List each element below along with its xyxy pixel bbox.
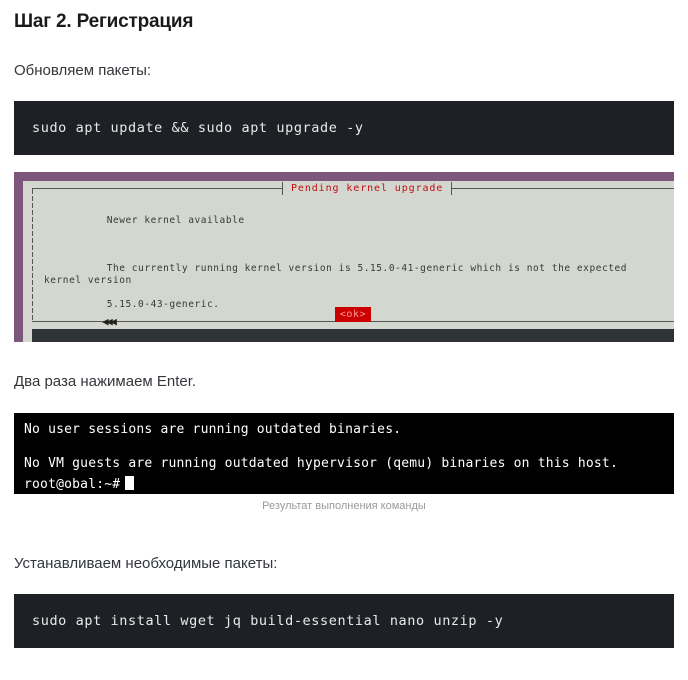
dialog-bottom-strip bbox=[32, 329, 674, 343]
screenshot-kernel-upgrade-dialog: Pending kernel upgrade Newer kernel avai… bbox=[14, 172, 674, 343]
dialog-title: Pending kernel upgrade bbox=[282, 181, 453, 197]
dialog-line-2: The currently running kernel version is … bbox=[44, 263, 634, 287]
terminal-line-2: No VM guests are running outdated hyperv… bbox=[24, 455, 618, 471]
code-text-apt-install: sudo apt install wget jq build-essential… bbox=[32, 613, 504, 630]
paragraph-update-packages: Обновляем пакеты: bbox=[14, 61, 152, 79]
dialog-scroll-marker-icon: ◀◀◀ bbox=[102, 315, 117, 329]
terminal-line-1: No user sessions are running outdated bi… bbox=[24, 421, 402, 437]
code-block-apt-install[interactable]: sudo apt install wget jq build-essential… bbox=[14, 594, 674, 649]
code-block-apt-update[interactable]: sudo apt update && sudo apt upgrade -y bbox=[14, 101, 674, 156]
dialog-line-1: Newer kernel available bbox=[106, 215, 245, 227]
terminal-prompt: root@obal:~# bbox=[24, 476, 121, 492]
terminal-cursor bbox=[125, 475, 135, 490]
terminal-spacer bbox=[24, 440, 674, 453]
code-text-apt-update: sudo apt update && sudo apt upgrade -y bbox=[32, 120, 364, 137]
dialog-spacer-1 bbox=[44, 239, 660, 251]
paragraph-install-packages: Устанавливаем необходимые пакеты: bbox=[14, 554, 278, 572]
dialog-ok-label: <ok> bbox=[334, 307, 372, 323]
page-title: Шаг 2. Регистрация bbox=[14, 11, 194, 32]
screenshot-caption: Результат выполнения команды bbox=[262, 499, 426, 512]
article-page: Шаг 2. Регистрация Обновляем пакеты: sud… bbox=[0, 11, 688, 649]
dialog-ok-button[interactable]: <ok> bbox=[32, 304, 674, 323]
paragraph-press-enter: Два раза нажимаем Enter. bbox=[14, 373, 197, 391]
dialog-surface: Pending kernel upgrade Newer kernel avai… bbox=[23, 181, 674, 343]
dialog-frame: Pending kernel upgrade Newer kernel avai… bbox=[32, 181, 674, 327]
screenshot-terminal-output: No user sessions are running outdated bi… bbox=[14, 412, 674, 494]
